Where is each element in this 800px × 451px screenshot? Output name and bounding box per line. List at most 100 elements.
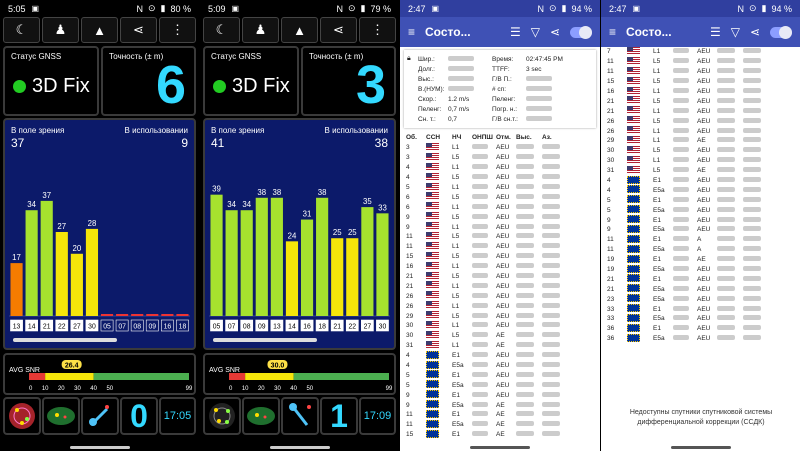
constellation-cell: [424, 212, 450, 222]
table-row: 19 E1 AE: [605, 254, 797, 265]
constellation-cell: [625, 333, 651, 344]
redacted-cell: [671, 117, 695, 125]
menu-button[interactable]: ⋮: [359, 17, 396, 43]
sky-view-tile[interactable]: [203, 397, 241, 435]
usa-flag-icon: [426, 340, 439, 349]
usa-flag-icon: [426, 301, 439, 310]
sky-view-tile[interactable]: [3, 397, 41, 435]
redacted-cell: [715, 177, 741, 184]
redacted-cell: [470, 164, 494, 171]
gesture-bar[interactable]: [470, 446, 530, 449]
redacted-cell: [741, 315, 767, 322]
table-cell: E1: [653, 305, 661, 313]
location-icon: ⊙: [347, 3, 356, 13]
table-cell: L1: [653, 88, 661, 95]
redacted-cell: [540, 342, 566, 349]
snr-scale-tick: 30: [74, 386, 81, 392]
redacted-cell: [671, 216, 695, 224]
gesture-bar[interactable]: [670, 446, 731, 449]
redacted-cell: [741, 167, 767, 174]
gnss-toggle[interactable]: [770, 25, 792, 39]
redacted-cell: [540, 371, 566, 379]
table-cell: 21: [607, 285, 615, 293]
walk-mode-button[interactable]: ♟: [242, 17, 279, 43]
table-row: 5 E1 AEU: [404, 370, 596, 380]
table-cell: AEU: [697, 127, 711, 135]
gesture-bar[interactable]: [269, 446, 330, 449]
snr-scale-tick: 99: [186, 386, 193, 392]
redacted-cell: [470, 421, 494, 428]
table-cell: A: [697, 236, 702, 244]
share-icon[interactable]: ⋖: [550, 25, 560, 39]
map-tile[interactable]: [242, 397, 280, 435]
prn-label: 05: [213, 323, 221, 330]
chart-scrollbar[interactable]: [213, 338, 317, 342]
night-mode-button[interactable]: ☾: [3, 17, 40, 43]
redacted-cell: [514, 223, 540, 231]
snr-bar: [40, 200, 53, 316]
redacted-cell: [540, 292, 566, 300]
compass-button[interactable]: ▲: [81, 17, 118, 43]
snr-bar: [85, 228, 99, 316]
status-time: 2:47: [408, 3, 426, 14]
hamburger-icon[interactable]: ≡: [408, 25, 415, 39]
redacted-cell: [715, 97, 741, 105]
table-row: 30 L1 AEU: [404, 320, 596, 331]
redacted-cell: [540, 213, 566, 221]
redacted-cell: [540, 243, 566, 250]
prn-label: 09: [148, 323, 156, 330]
info-value: [448, 86, 474, 93]
redacted-cell: [470, 154, 494, 161]
table-cell: L5: [653, 58, 661, 66]
redacted-cell: [470, 263, 494, 270]
hamburger-icon[interactable]: ≡: [609, 25, 616, 39]
compass-button[interactable]: ▲: [281, 17, 318, 43]
info-value: 3 sec: [526, 66, 542, 73]
redacted-cell: [540, 332, 566, 339]
snr-bar: [300, 219, 314, 316]
table-cell: AEU: [697, 325, 711, 333]
info-label: Долг.:: [418, 66, 435, 73]
table-cell: 21: [406, 273, 414, 281]
table-cell: L1: [452, 263, 460, 271]
table-cell: AEU: [496, 362, 510, 370]
table-cell: E5a: [653, 206, 665, 214]
share-button[interactable]: ⋖: [320, 17, 357, 43]
column-header: НЧ: [452, 133, 462, 141]
prn-label: 22: [58, 323, 66, 330]
gnss-status-tile: Статус GNSS 3D Fix: [203, 46, 299, 116]
compass-tile[interactable]: [281, 397, 319, 435]
share-button[interactable]: ⋖: [120, 17, 157, 43]
snr-scale-segment: [93, 373, 189, 380]
compass-tile[interactable]: [81, 397, 119, 435]
chart-scrollbar[interactable]: [13, 338, 117, 342]
snr-scale-tick: 20: [58, 386, 65, 392]
redacted-cell: [540, 164, 566, 171]
table-row: 6 L5 AEU: [404, 192, 596, 202]
redacted-cell: [470, 203, 494, 211]
redacted-value: [526, 86, 552, 91]
gnss-toggle[interactable]: [570, 25, 592, 39]
world-map-icon: [47, 407, 75, 425]
filter-icon[interactable]: ▽: [531, 25, 540, 39]
table-cell: 9: [406, 213, 410, 221]
prn-label: 13: [13, 323, 21, 330]
night-mode-button[interactable]: ☾: [203, 17, 240, 43]
constellation-cell: [424, 360, 450, 371]
eu-flag-icon: [627, 234, 640, 243]
prn-label: 27: [364, 323, 372, 330]
gesture-bar[interactable]: [69, 446, 130, 449]
redacted-cell: [514, 362, 540, 369]
satellite-table: Об. ССН НЧ ОНПШ Отм. Выс. Аз. 3 L1 AEU 3 L5 AEU 4 L1 A…: [404, 131, 596, 451]
sort-icon[interactable]: ☰: [710, 25, 721, 39]
menu-button[interactable]: ⋮: [159, 17, 196, 43]
sort-icon[interactable]: ☰: [510, 25, 521, 39]
redacted-cell: [671, 275, 695, 283]
share-icon[interactable]: ⋖: [750, 25, 760, 39]
walk-mode-button[interactable]: ♟: [42, 17, 79, 43]
redacted-cell: [540, 381, 566, 389]
table-cell: 33: [607, 315, 615, 323]
filter-icon[interactable]: ▽: [731, 25, 740, 39]
table-cell: AEU: [496, 223, 510, 231]
map-tile[interactable]: [42, 397, 80, 435]
